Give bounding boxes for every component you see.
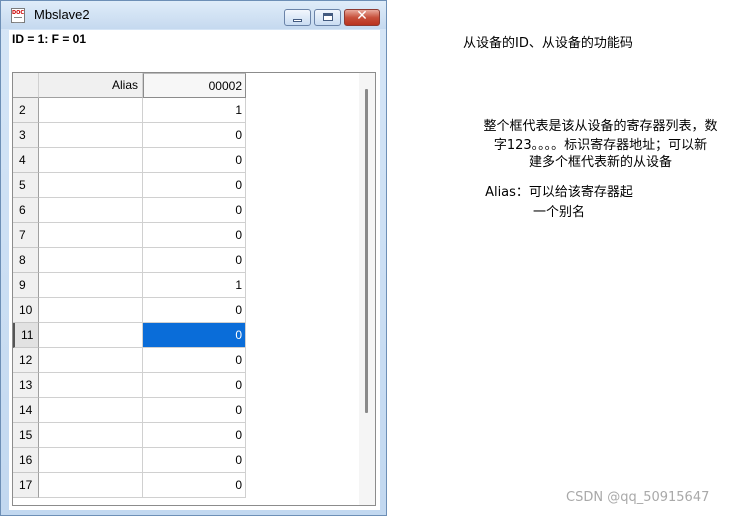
register-value-cell[interactable]: 0 xyxy=(143,323,246,348)
close-button[interactable]: ✕ xyxy=(344,8,380,26)
row-header[interactable]: 5 xyxy=(13,173,39,198)
row-header[interactable]: 14 xyxy=(13,398,39,423)
table-row[interactable]: 80 xyxy=(13,248,246,273)
register-list-annotation: 整个框代表是该从设备的寄存器列表，数 字123。。。。标识寄存器地址；可以新 建… xyxy=(453,117,748,173)
table-row[interactable]: 17 0 xyxy=(13,473,246,498)
alias-cell[interactable] xyxy=(39,248,143,273)
id-function-annotation: 从设备的ID、从设备的功能码 xyxy=(463,36,633,51)
alias-cell[interactable] xyxy=(39,148,143,173)
row-header[interactable]: 9 xyxy=(13,273,39,298)
table-row[interactable]: 50 xyxy=(13,173,246,198)
scrollbar-thumb[interactable] xyxy=(365,89,368,413)
grid-header-row: Alias 00002 xyxy=(13,73,246,98)
row-header[interactable]: 7 xyxy=(13,223,39,248)
close-icon: ✕ xyxy=(356,8,368,24)
register-value-cell[interactable]: 0 xyxy=(143,373,246,398)
alias-cell[interactable] xyxy=(39,423,143,448)
table-row[interactable]: 91 xyxy=(13,273,246,298)
alias-cell[interactable] xyxy=(39,323,143,348)
register-value-cell[interactable]: 0 xyxy=(143,348,246,373)
column-header-alias[interactable]: Alias xyxy=(39,73,143,98)
table-row[interactable]: 21 xyxy=(13,98,246,123)
watermark: CSDN @qq_50915647 xyxy=(566,490,710,505)
alias-cell[interactable] xyxy=(39,398,143,423)
alias-annotation-line2: 一个别名 xyxy=(532,205,585,220)
alias-annotation: Alias：可以给该寄存器起 一个别名 xyxy=(464,183,654,223)
register-value-cell[interactable]: 0 xyxy=(143,423,246,448)
window-title: Mbslave2 xyxy=(34,7,90,22)
table-row[interactable]: 16 0 xyxy=(13,448,246,473)
minimize-icon xyxy=(293,19,302,22)
table-row[interactable]: 10 0 xyxy=(13,298,246,323)
register-value-cell[interactable]: 0 xyxy=(143,148,246,173)
grid-corner[interactable] xyxy=(13,73,39,98)
title-bar[interactable]: Mbslave2 ✕ xyxy=(1,1,386,29)
register-value-cell[interactable]: 0 xyxy=(143,123,246,148)
client-area: ID = 1: F = 01 Alias 00002 2130405060708… xyxy=(9,30,380,510)
document-app-icon[interactable] xyxy=(11,8,25,23)
row-header[interactable]: 16 xyxy=(13,448,39,473)
register-value-cell[interactable]: 0 xyxy=(143,173,246,198)
row-header[interactable]: 3 xyxy=(13,123,39,148)
alias-cell[interactable] xyxy=(39,223,143,248)
register-value-cell[interactable]: 1 xyxy=(143,98,246,123)
table-row[interactable]: 12 0 xyxy=(13,348,246,373)
alias-cell[interactable] xyxy=(39,298,143,323)
table-row[interactable]: 30 xyxy=(13,123,246,148)
alias-cell[interactable] xyxy=(39,448,143,473)
table-row[interactable]: 15 0 xyxy=(13,423,246,448)
register-value-cell[interactable]: 0 xyxy=(143,448,246,473)
register-value-cell[interactable]: 0 xyxy=(143,223,246,248)
alias-annotation-line1: Alias：可以给该寄存器起 xyxy=(485,185,633,200)
table-row[interactable]: 14 0 xyxy=(13,398,246,423)
row-header[interactable]: 15 xyxy=(13,423,39,448)
register-value-cell[interactable]: 0 xyxy=(143,473,246,498)
vertical-scrollbar[interactable] xyxy=(359,73,375,505)
register-value-cell[interactable]: 0 xyxy=(143,198,246,223)
register-list-annotation-line1: 整个框代表是该从设备的寄存器列表，数 xyxy=(483,119,718,134)
register-list-annotation-line3: 建多个框代表新的从设备 xyxy=(528,155,672,170)
table-row[interactable]: 13 0 xyxy=(13,373,246,398)
alias-cell[interactable] xyxy=(39,98,143,123)
alias-cell[interactable] xyxy=(39,273,143,298)
table-row[interactable]: 11 0 xyxy=(13,323,246,348)
register-grid[interactable]: Alias 00002 2 1 3 0 4 0 5 0 6 0 7 0 8 0 9 1 10 0 11 0 12 0 13 0… xyxy=(12,72,376,506)
register-value-cell[interactable]: 0 xyxy=(143,298,246,323)
register-value-cell[interactable]: 0 xyxy=(143,248,246,273)
minimize-button[interactable] xyxy=(284,9,311,26)
row-header[interactable]: 4 xyxy=(13,148,39,173)
table-row[interactable]: 60 xyxy=(13,198,246,223)
maximize-icon xyxy=(323,13,333,21)
row-header[interactable]: 17 xyxy=(13,473,39,498)
row-header[interactable]: 6 xyxy=(13,198,39,223)
maximize-button[interactable] xyxy=(314,9,341,26)
alias-cell[interactable] xyxy=(39,473,143,498)
row-header[interactable]: 10 xyxy=(13,298,39,323)
alias-cell[interactable] xyxy=(39,198,143,223)
table-row[interactable]: 70 xyxy=(13,223,246,248)
row-header[interactable]: 2 xyxy=(13,98,39,123)
alias-cell[interactable] xyxy=(39,348,143,373)
register-value-cell[interactable]: 1 xyxy=(143,273,246,298)
row-header[interactable]: 11 xyxy=(13,323,39,348)
row-header[interactable]: 13 xyxy=(13,373,39,398)
register-value-cell[interactable]: 0 xyxy=(143,398,246,423)
row-header[interactable]: 8 xyxy=(13,248,39,273)
alias-cell[interactable] xyxy=(39,123,143,148)
mbslave-window: Mbslave2 ✕ ID = 1: F = 01 Alias 00002 21… xyxy=(0,0,387,516)
alias-cell[interactable] xyxy=(39,373,143,398)
table-row[interactable]: 40 xyxy=(13,148,246,173)
row-header[interactable]: 12 xyxy=(13,348,39,373)
slave-id-function-line: ID = 1: F = 01 xyxy=(12,32,87,46)
column-header-register[interactable]: 00002 xyxy=(143,73,246,98)
alias-cell[interactable] xyxy=(39,173,143,198)
